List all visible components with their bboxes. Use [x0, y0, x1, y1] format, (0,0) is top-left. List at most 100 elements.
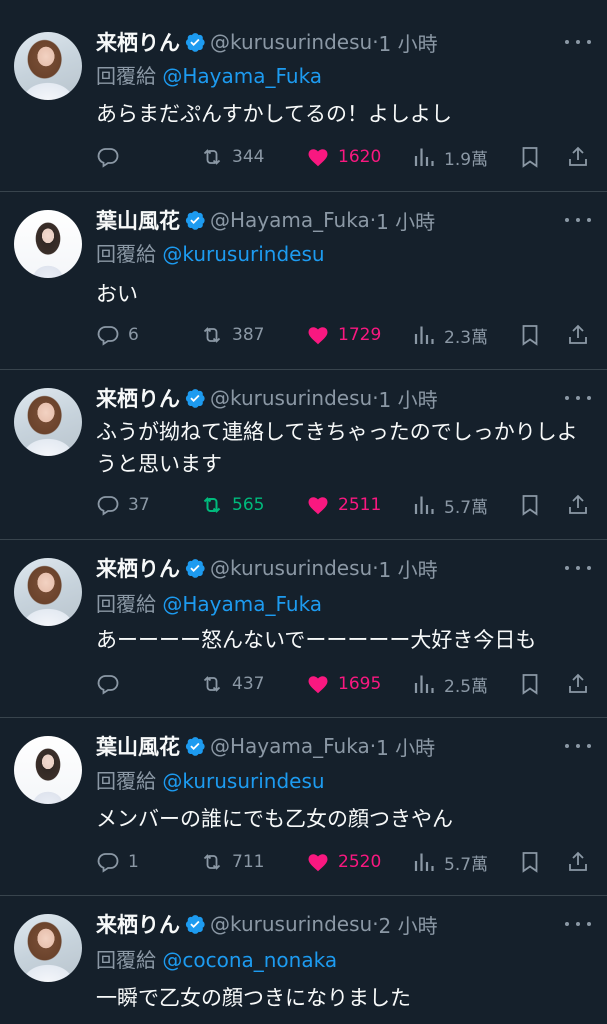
more-icon[interactable] — [565, 556, 591, 580]
reply-mention[interactable]: @Hayama_Fuka — [162, 592, 322, 616]
avatar[interactable] — [14, 558, 82, 626]
reply-count: 37 — [128, 495, 150, 515]
reply-button[interactable]: 37 — [96, 490, 150, 520]
reply-button[interactable] — [96, 142, 128, 172]
avatar[interactable] — [14, 736, 82, 804]
share-button[interactable] — [566, 490, 590, 520]
more-icon[interactable] — [565, 386, 591, 410]
reply-mention[interactable]: @cocona_nonaka — [162, 948, 337, 972]
author-name[interactable]: 来栖りん — [96, 383, 180, 413]
retweet-button[interactable]: 344 — [200, 142, 264, 172]
reply-prefix: 回覆給 — [96, 769, 156, 793]
like-button[interactable]: 1620 — [306, 142, 381, 172]
reply-prefix: 回覆給 — [96, 948, 156, 972]
retweet-button[interactable]: 387 — [200, 320, 264, 350]
reply-button[interactable]: 1 — [96, 847, 139, 877]
like-count: 2520 — [338, 852, 382, 872]
tweet-text: あーーーー怒んないでーーーーー大好き今日も — [96, 628, 537, 652]
share-icon — [569, 146, 587, 166]
tweet[interactable]: 来栖りん @kurusurindesu · 1 小時 回覆給 @Hayama_F… — [0, 540, 607, 718]
bookmark-icon — [522, 325, 538, 346]
more-icon[interactable] — [565, 208, 591, 232]
tweet[interactable]: 来栖りん @kurusurindesu · 1 小時 ふうが拗ねて連絡してきちゃ… — [0, 370, 607, 540]
views-button[interactable]: 2.5萬 — [412, 669, 488, 699]
tweet[interactable]: 葉山風花 @Hayama_Fuka · 1 小時 回覆給 @kurusurind… — [0, 718, 607, 896]
author-name[interactable]: 葉山風花 — [96, 731, 180, 761]
author-handle[interactable]: @Hayama_Fuka — [210, 734, 370, 758]
reply-button[interactable] — [96, 669, 128, 699]
author-name[interactable]: 来栖りん — [96, 553, 180, 583]
timestamp[interactable]: 1 小時 — [379, 384, 438, 413]
view-count: 5.7萬 — [444, 854, 489, 875]
reply-icon — [97, 675, 119, 695]
reply-prefix: 回覆給 — [96, 242, 156, 266]
tweet[interactable]: 葉山風花 @Hayama_Fuka · 1 小時 回覆給 @kurusurind… — [0, 192, 607, 370]
retweet-button[interactable]: 437 — [200, 669, 264, 699]
retweet-button[interactable]: 565 — [200, 490, 264, 520]
author-name[interactable]: 来栖りん — [96, 27, 180, 57]
author-name[interactable]: 葉山風花 — [96, 205, 180, 235]
like-count: 2511 — [338, 495, 382, 515]
bookmark-button[interactable] — [518, 142, 542, 172]
avatar[interactable] — [14, 388, 82, 456]
views-button[interactable]: 1.9萬 — [412, 142, 488, 172]
like-button[interactable]: 1695 — [306, 669, 381, 699]
avatar[interactable] — [14, 210, 82, 278]
author-handle[interactable]: @kurusurindesu — [210, 386, 372, 410]
author-handle[interactable]: @kurusurindesu — [210, 556, 372, 580]
retweet-icon — [203, 497, 221, 513]
bookmark-button[interactable] — [518, 847, 542, 877]
views-button[interactable]: 5.7萬 — [412, 847, 488, 877]
like-button[interactable]: 1729 — [306, 320, 381, 350]
reply-button[interactable]: 6 — [96, 320, 139, 350]
bookmark-button[interactable] — [518, 490, 542, 520]
avatar[interactable] — [14, 32, 82, 100]
timestamp[interactable]: 2 小時 — [379, 910, 438, 939]
share-button[interactable] — [566, 669, 590, 699]
views-button[interactable]: 5.7萬 — [412, 490, 488, 520]
like-button[interactable]: 2520 — [306, 847, 381, 877]
author-name[interactable]: 来栖りん — [96, 909, 180, 939]
like-count: 1620 — [338, 147, 382, 167]
retweet-count: 387 — [232, 325, 265, 345]
like-button[interactable]: 2511 — [306, 490, 381, 520]
share-button[interactable] — [566, 320, 590, 350]
author-handle[interactable]: @Hayama_Fuka — [210, 208, 370, 232]
retweet-count: 711 — [232, 852, 265, 872]
bookmark-icon — [522, 495, 538, 516]
tweet[interactable]: 来栖りん @kurusurindesu · 2 小時 回覆給 @cocona_n… — [0, 896, 607, 1024]
timestamp[interactable]: 1 小時 — [379, 554, 438, 583]
reply-context: 回覆給 @Hayama_Fuka — [96, 588, 322, 617]
bookmark-button[interactable] — [518, 320, 542, 350]
author-handle[interactable]: @kurusurindesu — [210, 912, 372, 936]
more-icon[interactable] — [565, 734, 591, 758]
reply-context: 回覆給 @cocona_nonaka — [96, 944, 337, 973]
tweet[interactable]: 来栖りん @kurusurindesu · 1 小時 回覆給 @Hayama_F… — [0, 0, 607, 192]
share-icon — [569, 851, 587, 871]
timestamp[interactable]: 1 小時 — [376, 732, 435, 761]
reply-icon — [97, 326, 119, 346]
more-icon[interactable] — [565, 912, 591, 936]
reply-mention[interactable]: @kurusurindesu — [162, 242, 324, 266]
timestamp[interactable]: 1 小時 — [379, 28, 438, 57]
retweet-button[interactable]: 711 — [200, 847, 264, 877]
bookmark-icon — [522, 674, 538, 695]
author-handle[interactable]: @kurusurindesu — [210, 30, 372, 54]
share-button[interactable] — [566, 142, 590, 172]
tweet-text: おい — [96, 282, 138, 306]
reply-context: 回覆給 @Hayama_Fuka — [96, 60, 322, 89]
reply-mention[interactable]: @kurusurindesu — [162, 769, 324, 793]
views-icon — [414, 326, 434, 344]
reply-mention[interactable]: @Hayama_Fuka — [162, 64, 322, 88]
timestamp[interactable]: 1 小時 — [376, 206, 435, 235]
tweet-header: 葉山風花 @Hayama_Fuka · 1 小時 — [96, 205, 435, 235]
avatar[interactable] — [14, 914, 82, 982]
bookmark-button[interactable] — [518, 669, 542, 699]
views-button[interactable]: 2.3萬 — [412, 320, 488, 350]
like-count: 1729 — [338, 325, 382, 345]
more-icon[interactable] — [565, 30, 591, 54]
bookmark-icon — [522, 852, 538, 873]
tweet-header: 来栖りん @kurusurindesu · 1 小時 — [96, 553, 438, 583]
share-button[interactable] — [566, 847, 590, 877]
tweet-header: 来栖りん @kurusurindesu · 1 小時 — [96, 27, 438, 57]
